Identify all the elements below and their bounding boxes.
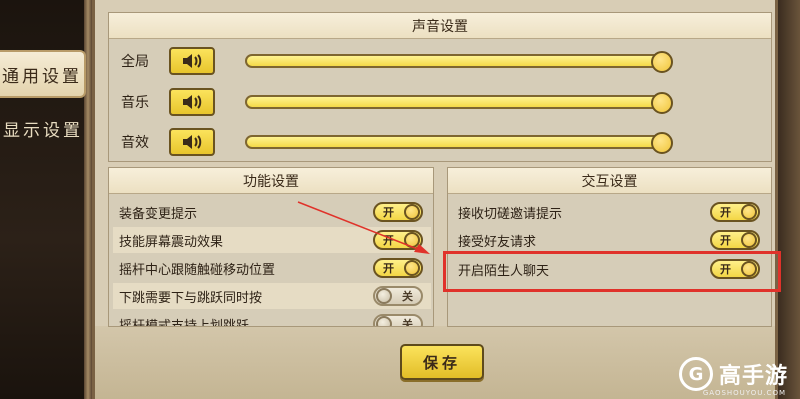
list-item: 技能屏幕震动效果 开 [113,227,431,253]
interaction-settings-section: 交互设置 接收切磋邀请提示 开 接受好友请求 开 开启陌生人聊天 开 [447,167,772,327]
toggle-switch[interactable]: 开 [710,202,760,222]
list-item: 摇杆模式支持上划跳跃 关 [113,311,431,327]
toggle-switch[interactable]: 开 [373,202,423,222]
tab-general-settings[interactable]: 通用设置 [0,50,86,98]
volume-slider-music[interactable] [245,92,673,114]
save-button[interactable]: 保存 [400,344,484,380]
speaker-icon[interactable] [169,47,215,75]
sound-row-global: 全局 [121,46,761,76]
setting-label: 接受好友请求 [458,234,537,250]
tab-display-settings[interactable]: 显示设置 [0,104,86,152]
function-settings-title: 功能设置 [109,168,433,194]
setting-label: 下跳需要下与跳跃同时按 [119,290,263,306]
right-border [778,0,800,399]
watermark: G 高手游 GAOSHOUYOU.COM [678,357,788,397]
toggle-switch[interactable]: 开 [710,230,760,250]
setting-label: 技能屏幕震动效果 [119,234,224,250]
sound-row-music: 音乐 [121,87,761,117]
toggle-switch[interactable]: 关 [373,314,423,326]
list-item: 接收切磋邀请提示 开 [452,199,768,225]
sound-settings-section: 声音设置 全局 音乐 音效 [108,12,772,162]
setting-label: 摇杆模式支持上划跳跃 [119,318,250,327]
volume-slider-sfx[interactable] [245,132,673,154]
list-item: 摇杆中心跟随触碰移动位置 开 [113,255,431,281]
list-item: 下跳需要下与跳跃同时按 关 [113,283,431,309]
sound-row-label: 音乐 [121,95,149,111]
watermark-subtext: GAOSHOUYOU.COM [702,389,786,397]
setting-label: 接收切磋邀请提示 [458,206,563,222]
list-item: 装备变更提示 开 [113,199,431,225]
function-settings-section: 功能设置 装备变更提示 开 技能屏幕震动效果 开 摇杆中心跟随触碰移动位置 开 … [108,167,434,327]
toggle-switch[interactable]: 开 [373,230,423,250]
slider-knob[interactable] [651,51,673,73]
setting-label: 装备变更提示 [119,206,198,222]
watermark-text: 高手游 [718,364,788,389]
slider-knob[interactable] [651,92,673,114]
toggle-switch[interactable]: 关 [373,286,423,306]
speaker-icon[interactable] [169,88,215,116]
sound-settings-title: 声音设置 [109,13,771,39]
volume-slider-global[interactable] [245,51,673,73]
sound-row-label: 音效 [121,135,149,151]
list-item: 接受好友请求 开 [452,227,768,253]
highlight-box [443,251,781,292]
sound-row-sfx: 音效 [121,127,761,157]
slider-knob[interactable] [651,132,673,154]
setting-label: 摇杆中心跟随触碰移动位置 [119,262,276,278]
sound-row-label: 全局 [121,54,149,70]
watermark-logo-icon: G [678,357,713,391]
speaker-icon[interactable] [169,128,215,156]
toggle-switch[interactable]: 开 [373,258,423,278]
interaction-settings-title: 交互设置 [448,168,771,194]
